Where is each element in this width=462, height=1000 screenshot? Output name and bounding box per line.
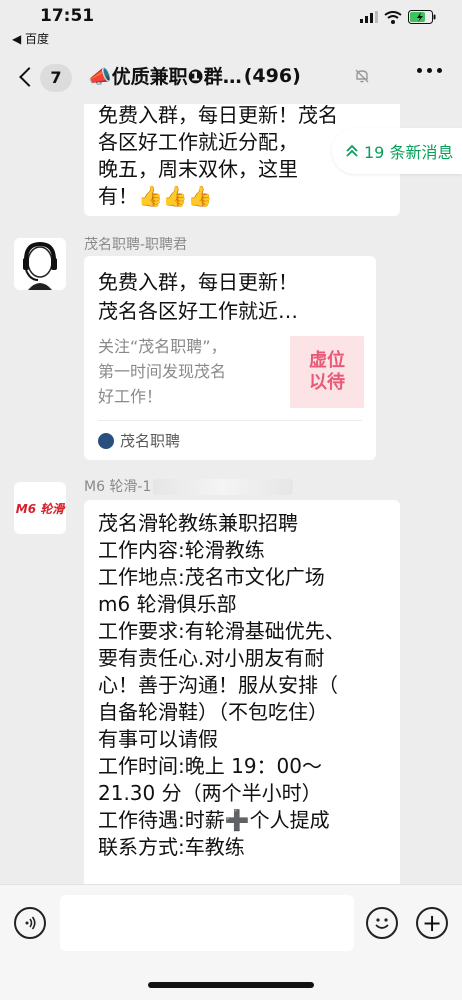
chevron-left-icon: [19, 67, 39, 87]
sender-name: M6 轮滑-1: [84, 476, 294, 496]
emoji-button[interactable]: [366, 907, 398, 939]
emoji-icon: [375, 918, 389, 929]
new-messages-label: 19 条新消息: [364, 143, 454, 162]
card-source: 茂名职聘: [98, 430, 180, 451]
bell-off-icon: [355, 69, 369, 83]
signal-icon: [360, 11, 378, 23]
member-count: (496): [243, 64, 301, 87]
plus-icon: +: [421, 909, 443, 937]
battery-charging-icon: [408, 10, 436, 24]
message-text: 茂名滑轮教练兼职招聘 工作内容:轮滑教练 工作地点:茂名市文化广场 m6 轮滑俱…: [98, 511, 345, 859]
card-title: 免费入群，每日更新！ 茂名各区好工作就近…: [98, 270, 298, 323]
status-bar: 17:51 ◀ 百度: [0, 0, 462, 48]
more-dot: [437, 68, 442, 73]
avatar[interactable]: M6 轮滑: [14, 482, 66, 534]
unread-count-badge: 7: [40, 64, 72, 92]
more-functions-button[interactable]: +: [416, 907, 448, 939]
voice-button[interactable]: [14, 907, 46, 939]
source-name: 茂名职聘: [120, 432, 181, 450]
message-input[interactable]: [60, 895, 354, 951]
double-chevron-up-icon: [346, 144, 358, 157]
redacted-number: [153, 479, 294, 495]
link-card[interactable]: 免费入群，每日更新！ 茂名各区好工作就近… 关注“茂名职聘”， 第一时间发现茂名…: [84, 256, 376, 460]
group-name: 📣优质兼职❶群…: [88, 66, 242, 88]
card-thumbnail: 虚位 以待: [290, 336, 364, 408]
card-divider: [98, 420, 362, 421]
status-indicators: [360, 10, 436, 24]
more-dot: [427, 68, 432, 73]
thumbnail-text: 虚位 以待: [309, 350, 345, 393]
source-logo-icon: [98, 432, 114, 449]
message-bubble[interactable]: 茂名滑轮教练兼职招聘 工作内容:轮滑教练 工作地点:茂名市文化广场 m6 轮滑俱…: [84, 500, 400, 884]
more-button[interactable]: [417, 68, 442, 73]
new-messages-button[interactable]: 19 条新消息: [332, 128, 462, 174]
status-time: 17:51: [40, 6, 95, 26]
chat-header: 7 📣优质兼职❶群… (496): [0, 48, 462, 104]
sender-name: 茂名职聘-职聘君: [84, 237, 188, 253]
sender-name-text: M6 轮滑-1: [84, 479, 152, 495]
wifi-icon: [384, 10, 402, 24]
chat-title[interactable]: 📣优质兼职❶群… (496): [88, 62, 301, 89]
card-description: 关注“茂名职聘”， 第一时间发现茂名 好工作！: [98, 337, 227, 406]
home-indicator: [148, 982, 314, 988]
back-to-app-link[interactable]: ◀ 百度: [12, 30, 49, 47]
headset-avatar-icon: [14, 238, 66, 290]
voice-icon: [25, 916, 36, 930]
avatar-logo: M6 轮滑: [15, 501, 65, 516]
message-list[interactable]: 免费入群，每日更新！茂名 各区好工作就近分配， 晚五，周末双休，这里 有！👍👍👍…: [0, 104, 462, 884]
more-dot: [417, 68, 422, 73]
avatar[interactable]: [14, 238, 66, 290]
